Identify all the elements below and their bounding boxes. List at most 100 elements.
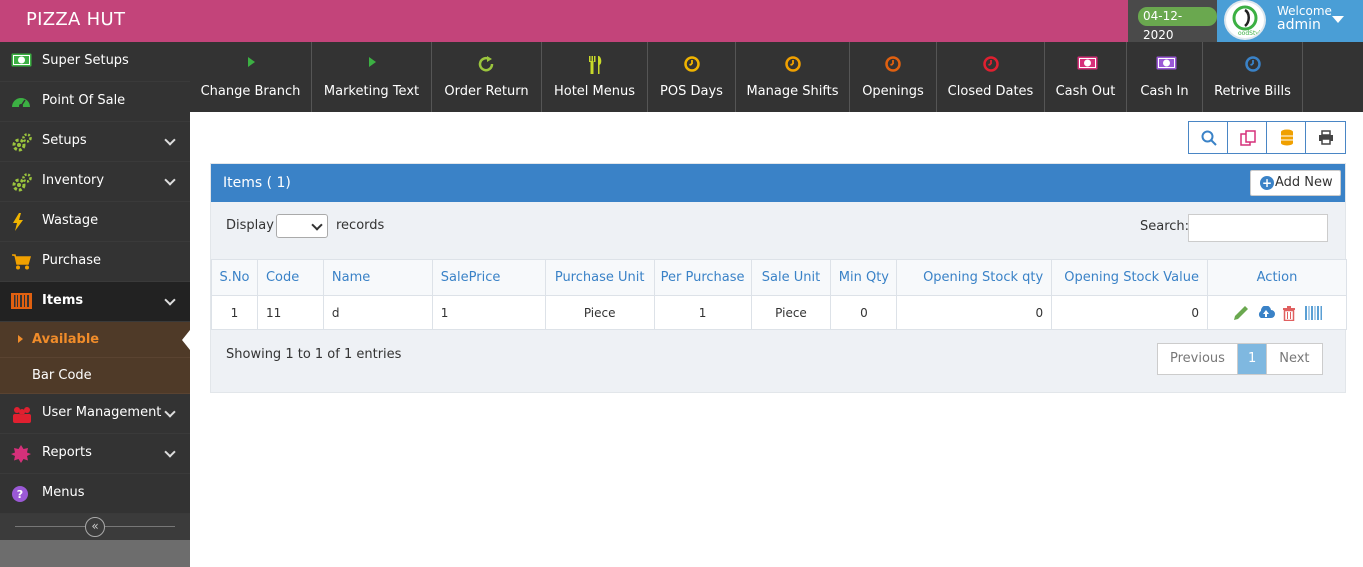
display-label: Display <box>226 218 274 233</box>
gears-icon <box>11 173 32 192</box>
sidebar-item-purchase[interactable]: Purchase <box>0 242 190 282</box>
upload-icon[interactable] <box>1257 304 1275 320</box>
column-header[interactable]: Opening Stock qty <box>896 259 1053 296</box>
toolbar-order-return-button[interactable]: Order Return <box>432 42 542 112</box>
export-actions <box>1188 121 1346 154</box>
column-header[interactable]: Code <box>256 259 324 296</box>
cell-sale-price: 1 <box>431 295 546 330</box>
sidebar-item-label: Inventory <box>42 173 105 188</box>
date-badge: 04-12-2020 <box>1138 7 1217 42</box>
cell-opening-qty: 0 <box>896 295 1053 330</box>
divider <box>15 526 85 527</box>
column-header[interactable]: Per Purchase <box>653 259 752 296</box>
toolbar-openings-button[interactable]: Openings <box>850 42 937 112</box>
toolbar-label: Order Return <box>444 84 529 99</box>
avatar: oodStyle <box>1224 0 1266 40</box>
next-page-button[interactable]: Next <box>1267 344 1321 374</box>
edit-icon[interactable] <box>1233 305 1249 320</box>
copy-button[interactable] <box>1228 122 1267 153</box>
toolbar-marketing-text-button[interactable]: Marketing Text <box>312 42 432 112</box>
toolbar-label: Cash In <box>1140 84 1189 99</box>
column-header[interactable]: Min Qty <box>830 259 898 296</box>
sidebar-item-label: Purchase <box>42 253 102 268</box>
previous-page-button[interactable]: Previous <box>1158 344 1238 374</box>
toolbar-closed-dates-button[interactable]: Closed Dates <box>937 42 1045 112</box>
toolbar-manage-shifts-button[interactable]: Manage Shifts <box>736 42 850 112</box>
search-button[interactable] <box>1189 122 1228 153</box>
bolt-icon <box>11 213 32 231</box>
play-icon <box>363 56 381 72</box>
sidebar-item-inventory[interactable]: Inventory <box>0 162 190 202</box>
sidebar-item-label: Setups <box>42 133 87 148</box>
column-header[interactable]: S.No <box>211 259 258 296</box>
sidebar-item-user-management[interactable]: User Management <box>0 394 190 434</box>
sidebar-item-setups[interactable]: Setups <box>0 122 190 162</box>
welcome-text: Welcome <box>1277 4 1332 18</box>
caret-down-icon[interactable] <box>1332 16 1344 23</box>
toolbar-cash-out-button[interactable]: Cash Out <box>1045 42 1127 112</box>
cell-actions <box>1207 295 1347 330</box>
sidebar-item-super-setups[interactable]: Super Setups <box>0 42 190 82</box>
entries-info: Showing 1 to 1 of 1 entries <box>226 347 402 362</box>
add-new-button[interactable]: + Add New <box>1250 170 1341 196</box>
user-menu[interactable]: oodStyle Welcome admin <box>1217 0 1363 42</box>
toolbar-label: Hotel Menus <box>553 84 636 99</box>
sidebar-item-label: User Management <box>42 405 162 420</box>
refresh-icon <box>478 56 496 72</box>
sidebar: Super Setups Point Of Sale Setups Inventory… <box>0 42 190 567</box>
sidebar-item-wastage[interactable]: Wastage <box>0 202 190 242</box>
toolbar-label: Manage Shifts <box>746 84 839 99</box>
money-icon <box>1156 56 1176 72</box>
panel-header: Items ( 1) + Add New <box>211 164 1345 202</box>
cell-name: d <box>322 295 433 330</box>
toolbar-pos-days-button[interactable]: POS Days <box>648 42 736 112</box>
toolbar-retrive-bills-button[interactable]: Retrive Bills <box>1203 42 1303 112</box>
sidebar-item-reports[interactable]: Reports <box>0 434 190 474</box>
clock-icon <box>784 56 802 72</box>
dashboard-icon <box>11 93 32 111</box>
database-button[interactable] <box>1267 122 1306 153</box>
search-input[interactable] <box>1188 214 1328 242</box>
sidebar-item-label: Super Setups <box>42 53 129 68</box>
barcode-icon[interactable] <box>1305 305 1322 320</box>
sidebar-item-point-of-sale[interactable]: Point Of Sale <box>0 82 190 122</box>
column-header[interactable]: Name <box>322 259 433 296</box>
page-1-button[interactable]: 1 <box>1237 344 1268 374</box>
search-icon <box>1201 130 1217 146</box>
sidebar-collapse-bar: « <box>0 514 190 540</box>
records-per-page-select[interactable] <box>276 214 328 238</box>
print-icon <box>1319 130 1333 145</box>
cell-min-qty: 0 <box>830 295 898 330</box>
submenu-item-available[interactable]: Available <box>0 322 190 358</box>
toolbar: Change Branch Marketing Text Order Return H… <box>190 42 1363 112</box>
sidebar-item-menus[interactable]: ? Menus <box>0 474 190 514</box>
submenu-item-bar-code[interactable]: Bar Code <box>0 358 190 394</box>
sidebar-item-label: Items <box>42 293 84 308</box>
column-header[interactable]: Action <box>1207 259 1347 296</box>
table-row: 1 11 d 1 Piece 1 Piece 0 0 0 <box>211 295 1347 330</box>
print-button[interactable] <box>1306 122 1345 153</box>
question-icon: ? <box>11 485 32 503</box>
cell-sno: 1 <box>211 295 258 330</box>
column-header[interactable]: Opening Stock Value <box>1051 259 1209 296</box>
toolbar-hotel-menus-button[interactable]: Hotel Menus <box>542 42 648 112</box>
toolbar-change-branch-button[interactable]: Change Branch <box>190 42 312 112</box>
sidebar-item-label: Point Of Sale <box>42 93 126 108</box>
column-header[interactable]: Purchase Unit <box>544 259 655 296</box>
toolbar-cash-in-button[interactable]: Cash In <box>1127 42 1203 112</box>
panel-title: Items ( 1) <box>223 175 291 191</box>
date-area: 04-12-2020 <box>1128 0 1217 42</box>
clock-icon <box>1244 56 1262 72</box>
column-header[interactable]: SalePrice <box>431 259 546 296</box>
column-header[interactable]: Sale Unit <box>750 259 832 296</box>
username: admin <box>1277 17 1321 33</box>
copy-icon <box>1240 130 1256 146</box>
toolbar-label: Closed Dates <box>947 84 1034 99</box>
plus-circle-icon: + <box>1260 176 1274 190</box>
collapse-sidebar-icon[interactable]: « <box>85 517 105 537</box>
sidebar-item-items[interactable]: Items <box>0 282 190 322</box>
cutlery-icon <box>586 56 604 74</box>
delete-icon[interactable] <box>1281 305 1297 321</box>
sidebar-item-label: Reports <box>42 445 92 460</box>
table-header-row: S.No Code Name SalePrice Purchase Unit Per Pu… <box>211 259 1347 296</box>
